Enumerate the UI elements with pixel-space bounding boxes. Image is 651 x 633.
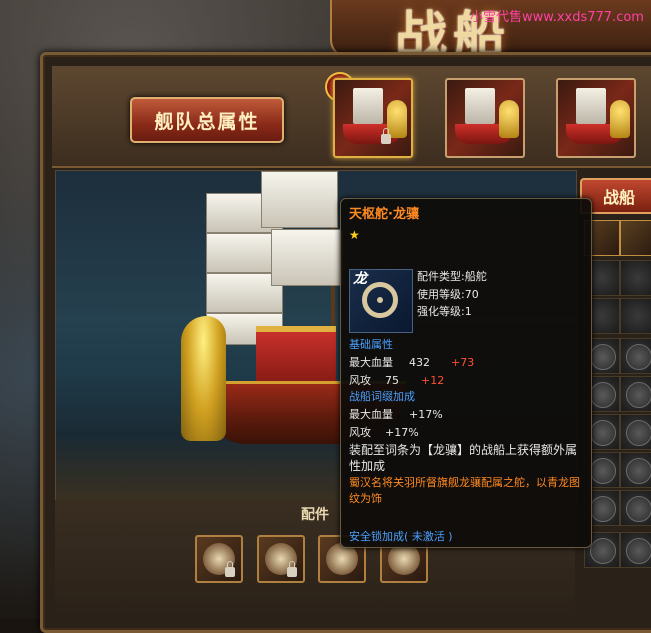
item-tooltip: 天枢舵·龙骧 ★ 龙 配件类型:船舵 使用等级:70 强化等级:1 基础属性 最… bbox=[340, 198, 592, 548]
part-type: 配件类型:船舵 bbox=[417, 270, 487, 283]
part-slot-2[interactable] bbox=[257, 535, 305, 583]
hp-bonus: +73 bbox=[451, 356, 475, 369]
affix-hp-label: 最大血量 bbox=[349, 408, 393, 421]
atk-value: 75 bbox=[385, 374, 399, 387]
dragon-figurehead-icon bbox=[499, 100, 519, 138]
item-icon-glyph: 龙 bbox=[353, 271, 367, 287]
lock-icon bbox=[287, 561, 297, 577]
inventory-slot[interactable] bbox=[620, 298, 651, 334]
ship-sail bbox=[271, 229, 343, 286]
affix-hp-value: +17% bbox=[409, 408, 443, 421]
ship-sail-icon bbox=[465, 88, 495, 124]
watermark-text: 小雪代售www.xxds777.com bbox=[470, 10, 644, 25]
lock-icon bbox=[381, 128, 391, 144]
inventory-slot[interactable] bbox=[620, 414, 651, 450]
part-slot-1[interactable] bbox=[195, 535, 243, 583]
dragon-figurehead-icon bbox=[610, 100, 630, 138]
item-icon: 龙 bbox=[349, 269, 413, 333]
affix-bonus-header: 战船词缀加成 bbox=[349, 390, 415, 403]
ship-sail bbox=[261, 171, 338, 228]
inventory-slot[interactable] bbox=[620, 260, 651, 296]
inventory-slot[interactable] bbox=[620, 532, 651, 568]
helm-wheel-icon bbox=[362, 282, 398, 318]
enhance-level: 强化等级:1 bbox=[417, 305, 472, 318]
fleet-total-attributes-button[interactable]: 舰队总属性 bbox=[130, 97, 284, 143]
use-level: 使用等级:70 bbox=[417, 288, 479, 301]
golden-dragon-figurehead bbox=[181, 316, 226, 441]
affix-atk-value: +17% bbox=[385, 426, 419, 439]
inventory-slot[interactable] bbox=[620, 338, 651, 374]
hp-value: 432 bbox=[409, 356, 430, 369]
ship-sail-icon bbox=[576, 88, 606, 124]
inventory-slot[interactable] bbox=[620, 220, 651, 256]
ship-sail-icon bbox=[353, 88, 383, 124]
set-description: 装配至词条为【龙骧】的战船上获得额外属性加成 bbox=[349, 443, 578, 473]
item-lore: 蜀汉名将关羽所督旗舰龙骧配属之舵，以青龙图纹为饰 bbox=[349, 476, 580, 505]
ship-slot-2[interactable] bbox=[445, 78, 525, 158]
star-icon: ★ bbox=[349, 228, 360, 242]
hp-label: 最大血量 bbox=[349, 356, 393, 369]
dragon-figurehead-icon bbox=[387, 100, 407, 138]
atk-label: 风攻 bbox=[349, 374, 371, 387]
safety-lock-bonus: 安全锁加成( 未激活 ) bbox=[349, 530, 453, 543]
ship-slot-1[interactable] bbox=[333, 78, 413, 158]
atk-bonus: +12 bbox=[421, 374, 445, 387]
affix-atk-label: 风攻 bbox=[349, 426, 371, 439]
inventory-slot[interactable] bbox=[620, 452, 651, 488]
inventory-slot[interactable] bbox=[620, 376, 651, 412]
item-name: 天枢舵·龙骧 bbox=[349, 207, 419, 222]
base-attributes-header: 基础属性 bbox=[349, 338, 393, 351]
lock-icon bbox=[225, 561, 235, 577]
ship-slot-3[interactable] bbox=[556, 78, 636, 158]
inventory-slot[interactable] bbox=[620, 490, 651, 526]
